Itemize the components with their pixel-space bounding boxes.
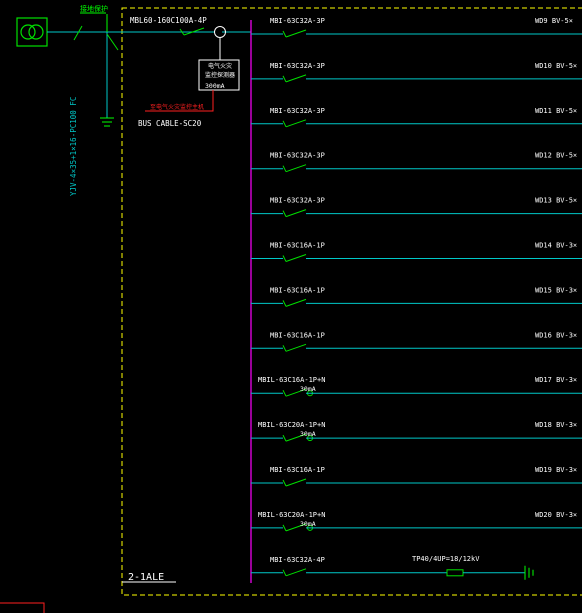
circuit-breaker-label: MBI-63C16A-1P: [270, 331, 325, 339]
panel-name: 2-1ALE: [128, 572, 164, 583]
circuit-breaker-label: MBI-63C32A-3P: [270, 62, 325, 70]
circuit-feeder-label: WD20 BV-3×: [535, 511, 577, 519]
electrical-single-line-diagram: 接地保护 YJV-4×35+1×16-PC100 FC MBL60-160C10…: [0, 0, 582, 613]
circuit-breaker-label: MBIL-63C16A-1P+N: [258, 376, 325, 384]
circuit-feeder-label: WD10 BV-5×: [535, 62, 577, 70]
circuit-feeder-label: WD9 BV-5×: [535, 17, 573, 25]
circuit-feeder-label: WD16 BV-3×: [535, 331, 577, 339]
circuit-breaker-label: MBI-63C32A-3P: [270, 17, 325, 25]
rcd-rating: 30mA: [300, 430, 316, 438]
grounding-tag: 接地保护: [80, 4, 108, 13]
bus-cable-label: BUS CABLE-SC20: [138, 119, 202, 128]
circuit-breaker-label: MBI-63C32A-3P: [270, 152, 325, 160]
circuit-breaker-label: MBIL-63C20A-1P+N: [258, 421, 325, 429]
circuit-breaker-label: MBIL-63C20A-1P+N: [258, 511, 325, 519]
circuit-feeder-label: WD17 BV-3×: [535, 376, 577, 384]
rcd-rating: 30mA: [300, 385, 316, 393]
incoming-cable-label: YJV-4×35+1×16-PC100 FC: [69, 97, 78, 196]
circuit-feeder-label: WD15 BV-3×: [535, 286, 577, 294]
fire-monitor-line-1: 电气火灾: [208, 62, 232, 70]
circuit-feeder-label: WD19 BV-3×: [535, 466, 577, 474]
circuit-feeder-label: WD13 BV-5×: [535, 197, 577, 205]
circuit-breaker-label: MBI-63C16A-1P: [270, 286, 325, 294]
circuit-feeder-label: WD12 BV-5×: [535, 152, 577, 160]
rcd-rating: 30mA: [300, 520, 316, 528]
fire-monitor-line-2: 监控探测器: [205, 71, 235, 79]
circuit-breaker-label: MBI-63C16A-1P: [270, 242, 325, 250]
main-breaker-label: MBL60-160C100A-4P: [130, 16, 207, 25]
circuit-feeder-label: WD14 BV-3×: [535, 242, 577, 250]
fire-monitor-note: 至电气火灾监控主机: [150, 103, 204, 111]
surge-protector-label: TP40/4UP=18/12kV: [412, 555, 480, 563]
circuit-breaker-label: MBI-63C32A-3P: [270, 107, 325, 115]
circuit-feeder-label: WD11 BV-5×: [535, 107, 577, 115]
drawing-background: [0, 0, 582, 613]
fire-monitor-line-3: 300mA: [205, 82, 225, 90]
circuit-feeder-label: WD18 BV-3×: [535, 421, 577, 429]
circuit-breaker-label: MBI-63C16A-1P: [270, 466, 325, 474]
circuit-breaker-label: MBI-63C32A-4P: [270, 556, 325, 564]
circuit-breaker-label: MBI-63C32A-3P: [270, 197, 325, 205]
